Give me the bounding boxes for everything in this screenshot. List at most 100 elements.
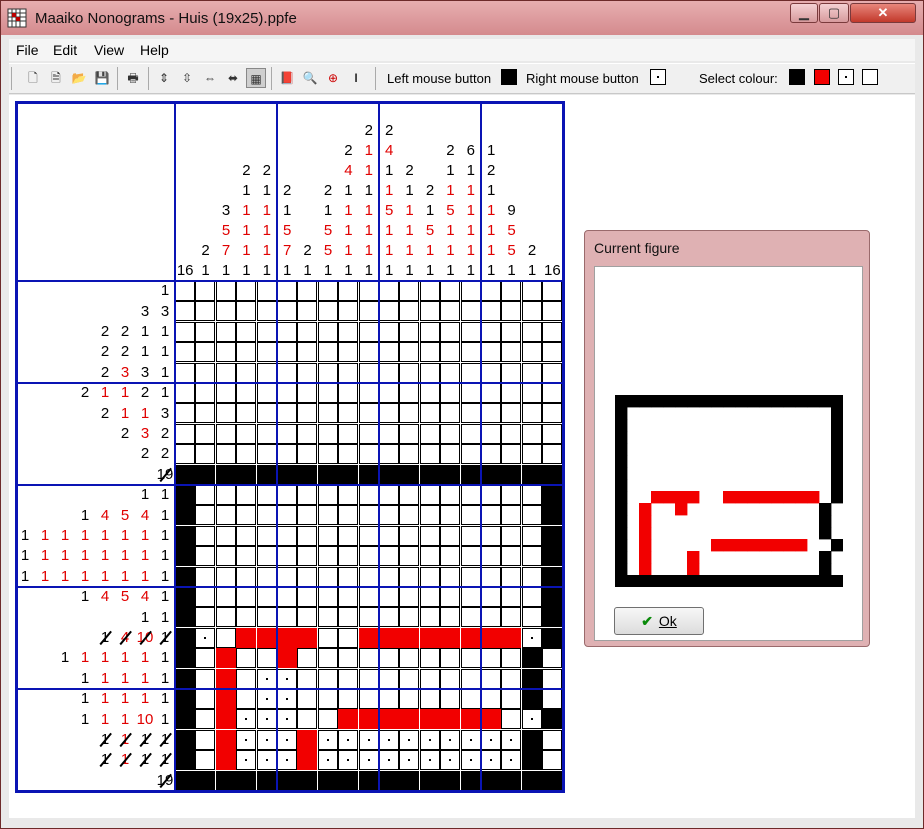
grid-cell[interactable]	[542, 689, 563, 709]
grid-cell[interactable]	[358, 587, 379, 607]
grid-cell[interactable]	[481, 444, 501, 465]
grid-cell[interactable]	[399, 383, 420, 403]
grid-cell[interactable]	[256, 750, 277, 771]
grid-cell[interactable]	[440, 383, 461, 403]
grid-cell[interactable]	[460, 566, 481, 587]
grid-cell[interactable]	[277, 485, 297, 505]
grid-cell[interactable]	[521, 627, 542, 648]
grid-cell[interactable]	[542, 627, 563, 648]
grid-cell[interactable]	[419, 362, 440, 383]
grid-cell[interactable]	[501, 525, 522, 546]
grid-cell[interactable]	[542, 505, 563, 526]
grid-cell[interactable]	[277, 281, 297, 301]
grid-cell[interactable]	[481, 301, 501, 322]
grid-cell[interactable]	[297, 423, 318, 444]
grid-cell[interactable]	[236, 321, 257, 342]
grid-cell[interactable]	[317, 464, 338, 485]
grid-cell[interactable]	[358, 709, 379, 730]
grid-cell[interactable]	[215, 770, 236, 791]
grid-cell[interactable]	[460, 770, 481, 791]
grid-cell[interactable]	[297, 709, 318, 730]
grid-cell[interactable]	[317, 729, 338, 750]
grid-cell[interactable]	[379, 750, 399, 771]
grid-cell[interactable]	[399, 546, 420, 567]
grid-cell[interactable]	[440, 362, 461, 383]
grid-cell[interactable]	[481, 505, 501, 526]
grid-cell[interactable]	[419, 607, 440, 628]
grid-cell[interactable]	[297, 566, 318, 587]
grid-cell[interactable]	[379, 505, 399, 526]
minimize-button[interactable]: ▁	[790, 3, 818, 23]
grid-cell[interactable]	[297, 505, 318, 526]
grid-cell[interactable]	[379, 587, 399, 607]
grid-cell[interactable]	[195, 668, 216, 689]
grid-cell[interactable]	[460, 485, 481, 505]
grid-cell[interactable]	[277, 750, 297, 771]
grid-cell[interactable]	[195, 464, 216, 485]
grid-cell[interactable]	[236, 464, 257, 485]
grid-cell[interactable]	[338, 729, 359, 750]
grid-cell[interactable]	[399, 485, 420, 505]
grid-cell[interactable]	[338, 383, 359, 403]
grid-cell[interactable]	[481, 607, 501, 628]
grid-cell[interactable]	[297, 485, 318, 505]
grid-cell[interactable]	[236, 342, 257, 363]
grid-cell[interactable]	[175, 281, 195, 301]
grid-cell[interactable]	[338, 770, 359, 791]
grid-cell[interactable]	[317, 566, 338, 587]
grid-cell[interactable]	[236, 648, 257, 669]
grid-cell[interactable]	[481, 648, 501, 669]
grid-cell[interactable]	[175, 464, 195, 485]
grid-cell[interactable]	[297, 729, 318, 750]
print-icon[interactable]: 🖶	[123, 68, 143, 88]
grid-cell[interactable]	[195, 423, 216, 444]
grid-cell[interactable]	[195, 342, 216, 363]
grid-cell[interactable]	[338, 464, 359, 485]
grid-cell[interactable]	[195, 525, 216, 546]
grid-cell[interactable]	[419, 423, 440, 444]
grid-cell[interactable]	[277, 770, 297, 791]
grid-cell[interactable]	[501, 464, 522, 485]
grid-cell[interactable]	[195, 627, 216, 648]
grid-cell[interactable]	[195, 281, 216, 301]
ok-button[interactable]: ✔ Ok	[614, 607, 704, 635]
grid-cell[interactable]	[460, 321, 481, 342]
grid-cell[interactable]	[399, 627, 420, 648]
grid-cell[interactable]	[481, 546, 501, 567]
grid-cell[interactable]	[358, 546, 379, 567]
grid-cell[interactable]	[440, 464, 461, 485]
grid-cell[interactable]	[195, 750, 216, 771]
grid-cell[interactable]	[277, 729, 297, 750]
grid-cell[interactable]	[236, 281, 257, 301]
grid-cell[interactable]	[358, 403, 379, 424]
grid-cell[interactable]	[277, 627, 297, 648]
grid-cell[interactable]	[215, 342, 236, 363]
grid-cell[interactable]	[236, 770, 257, 791]
grid-cell[interactable]	[297, 362, 318, 383]
grid-cell[interactable]	[277, 362, 297, 383]
grid-cell[interactable]	[419, 770, 440, 791]
grid-cell[interactable]	[297, 627, 318, 648]
grid-cell[interactable]	[215, 750, 236, 771]
grid-cell[interactable]	[338, 505, 359, 526]
grid-cell[interactable]	[399, 668, 420, 689]
grid-cell[interactable]	[440, 729, 461, 750]
grid-cell[interactable]	[379, 668, 399, 689]
grid-cell[interactable]	[358, 485, 379, 505]
grid-cell[interactable]	[460, 525, 481, 546]
grid-cell[interactable]	[175, 342, 195, 363]
grid-cell[interactable]	[481, 729, 501, 750]
grid-cell[interactable]	[195, 362, 216, 383]
grid-cell[interactable]	[521, 709, 542, 730]
grid-cell[interactable]	[358, 444, 379, 465]
grid-cell[interactable]	[317, 423, 338, 444]
grid-cell[interactable]	[460, 403, 481, 424]
grid-cell[interactable]	[175, 444, 195, 465]
grid-cell[interactable]	[440, 709, 461, 730]
grid-cell[interactable]	[440, 301, 461, 322]
grid-cell[interactable]	[521, 546, 542, 567]
grid-cell[interactable]	[256, 485, 277, 505]
grid-cell[interactable]	[277, 301, 297, 322]
grid-cell[interactable]	[399, 423, 420, 444]
grid-cell[interactable]	[481, 321, 501, 342]
